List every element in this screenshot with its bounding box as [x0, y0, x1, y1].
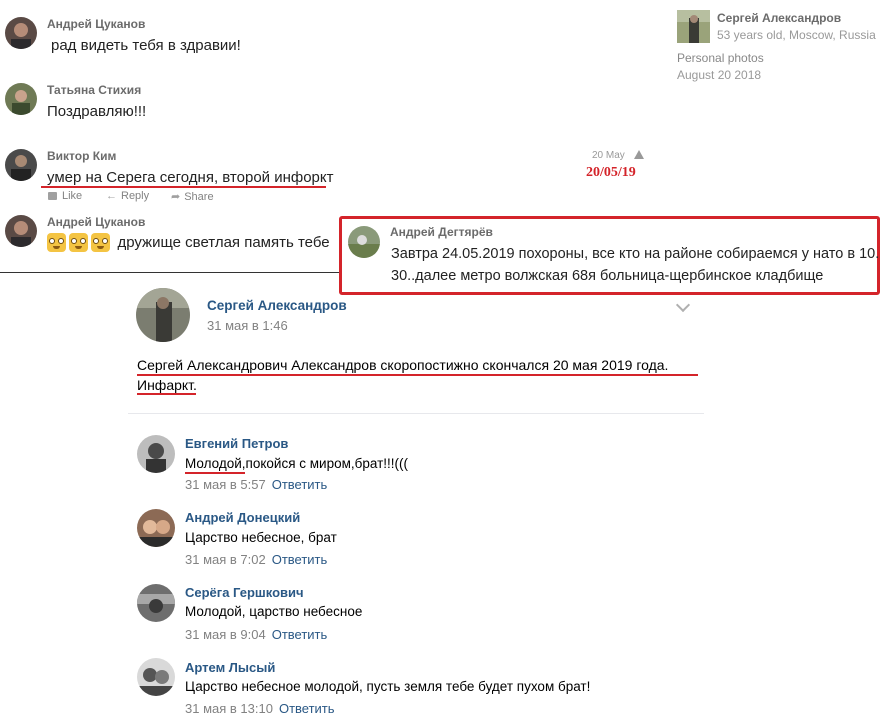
- crying-emoji-icon: [47, 233, 66, 252]
- comment-meta: 31 мая в 7:02 Ответить: [185, 552, 327, 567]
- comment-date[interactable]: 31 мая в 9:04: [185, 627, 266, 642]
- highlighted-comment: Андрей Дегтярёв Завтра 24.05.2019 похоро…: [339, 216, 880, 295]
- avatar[interactable]: [5, 17, 37, 49]
- share-icon: ➦: [171, 191, 181, 203]
- avatar[interactable]: [137, 509, 175, 547]
- post-author-avatar[interactable]: [136, 288, 190, 342]
- comment-meta: 31 мая в 13:10 Ответить: [185, 701, 335, 716]
- comment-text: Царство небесное молодой, пусть земля те…: [185, 679, 591, 694]
- comment-author[interactable]: Евгений Петров: [185, 436, 288, 451]
- share-label: Share: [184, 191, 214, 203]
- comment-text: рад видеть тебя в здравии!: [51, 37, 241, 54]
- comment-author[interactable]: Андрей Цуканов: [47, 17, 145, 31]
- comment-date[interactable]: 31 мая в 13:10: [185, 701, 273, 716]
- report-icon[interactable]: [634, 150, 644, 159]
- comment-author[interactable]: Серёга Гершкович: [185, 585, 304, 600]
- reply-link[interactable]: Ответить: [272, 477, 328, 492]
- like-button[interactable]: Like: [48, 190, 82, 202]
- comment-author[interactable]: Андрей Донецкий: [185, 510, 300, 525]
- avatar[interactable]: [5, 215, 37, 247]
- album-date: August 20 2018: [677, 68, 762, 82]
- reply-icon: ←: [106, 190, 117, 202]
- crying-emoji-icon: [91, 233, 110, 252]
- comment-author[interactable]: Татьяна Стихия: [47, 83, 141, 97]
- reply-link[interactable]: Ответить: [272, 627, 328, 642]
- reply-link[interactable]: Ответить: [279, 701, 335, 716]
- reply-link[interactable]: Ответить: [272, 552, 328, 567]
- chevron-down-icon[interactable]: [675, 297, 691, 313]
- comment-text-line-2: 30..далее метро волжская 68я больница-ще…: [391, 268, 824, 284]
- comment-text: Молодой, царство небесное: [185, 604, 363, 619]
- comment-date: 20 May: [592, 150, 625, 161]
- post-divider: [128, 413, 704, 414]
- comment-author[interactable]: Андрей Цуканов: [47, 215, 145, 229]
- comment-author[interactable]: Виктор Ким: [47, 149, 116, 163]
- highlight-underline: [137, 374, 698, 376]
- profile-name[interactable]: Сергей Александров: [717, 11, 841, 25]
- comment-author[interactable]: Артем Лысый: [185, 660, 275, 675]
- comment-meta: 31 мая в 9:04 Ответить: [185, 627, 327, 642]
- comment-meta: 31 мая в 5:57 Ответить: [185, 477, 327, 492]
- post-text-line-2: Инфаркт.: [137, 377, 197, 393]
- comment-date[interactable]: 31 мая в 5:57: [185, 477, 266, 492]
- like-icon: [48, 192, 57, 200]
- comment-text: умер на Серега сегодня, второй инфоркт: [47, 169, 334, 186]
- section-divider: [0, 272, 339, 273]
- post-author[interactable]: Сергей Александров: [207, 298, 347, 313]
- highlight-underline: [41, 186, 326, 188]
- avatar[interactable]: [137, 584, 175, 622]
- comment-text: Поздравляю!!!: [47, 103, 147, 120]
- album-name[interactable]: Personal photos: [677, 51, 764, 65]
- comment-body: дружище светлая память тебе: [47, 233, 330, 252]
- comment-text: дружище светлая память тебе: [117, 234, 330, 251]
- comment-date[interactable]: 31 мая в 7:02: [185, 552, 266, 567]
- comment-author[interactable]: Андрей Дегтярёв: [390, 225, 493, 239]
- highlight-underline: [137, 393, 196, 395]
- comment-text-line-1: Завтра 24.05.2019 похороны, все кто на р…: [391, 246, 880, 262]
- post-date[interactable]: 31 мая в 1:46: [207, 318, 288, 333]
- crying-emoji-icon: [69, 233, 88, 252]
- share-button[interactable]: ➦ Share: [171, 190, 214, 203]
- profile-info: 53 years old, Moscow, Russia: [717, 28, 876, 42]
- avatar[interactable]: [137, 435, 175, 473]
- avatar[interactable]: [5, 149, 37, 181]
- post-text-line-1: Сергей Александрович Александров скоропо…: [137, 357, 669, 373]
- profile-photo[interactable]: [677, 10, 710, 43]
- reply-label: Reply: [121, 190, 150, 202]
- avatar[interactable]: [5, 83, 37, 115]
- highlight-underline: [185, 472, 245, 474]
- comment-text: Молодой,покойся с миром,брат!!!(((: [185, 456, 409, 471]
- comment-text: Царство небесное, брат: [185, 530, 337, 545]
- date-annotation: 20/05/19: [586, 165, 636, 180]
- avatar[interactable]: [137, 658, 175, 696]
- reply-button[interactable]: ← Reply: [106, 190, 149, 202]
- like-label: Like: [62, 190, 83, 202]
- avatar[interactable]: [348, 226, 380, 258]
